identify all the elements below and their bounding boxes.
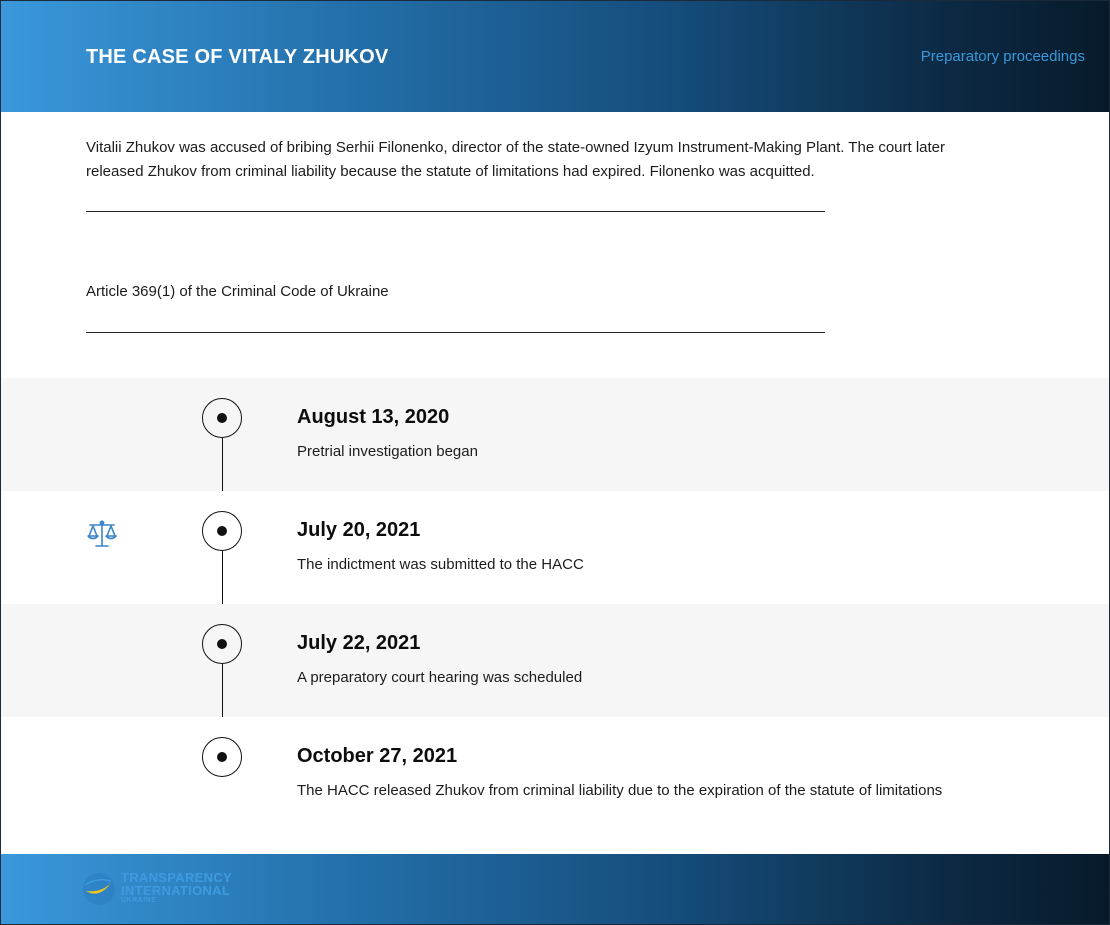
event-description: Pretrial investigation began (297, 443, 478, 460)
timeline-dot (217, 639, 227, 649)
timeline-event: July 22, 2021 A preparatory court hearin… (1, 604, 1109, 717)
divider (86, 211, 825, 212)
header-banner: THE CASE OF VITALY ZHUKOV Preparatory pr… (1, 1, 1109, 112)
logo-text-line3: UKRAINE (121, 897, 157, 904)
event-description: The HACC released Zhukov from criminal l… (297, 782, 943, 799)
stage-link[interactable]: Preparatory proceedings (921, 48, 1085, 65)
divider (86, 332, 825, 333)
timeline-connector (221, 664, 223, 717)
event-description: The indictment was submitted to the HACC (297, 556, 584, 573)
timeline-node (202, 511, 242, 551)
page-title: THE CASE OF VITALY ZHUKOV (86, 46, 389, 68)
event-description: A preparatory court hearing was schedule… (297, 669, 583, 686)
globe-logo-icon (83, 873, 115, 905)
event-date: July 22, 2021 (297, 632, 421, 654)
case-summary: Vitalii Zhukov was accused of bribing Se… (86, 139, 946, 180)
timeline-connector (221, 438, 223, 491)
timeline-dot (217, 752, 227, 762)
transparency-international-logo[interactable]: TRANSPARENCY INTERNATIONAL UKRAINE (81, 869, 241, 909)
timeline-node (202, 737, 242, 777)
timeline-dot (217, 526, 227, 536)
legal-article: Article 369(1) of the Criminal Code of U… (86, 283, 389, 300)
event-date: October 27, 2021 (297, 745, 458, 767)
timeline-node (202, 398, 242, 438)
event-date: August 13, 2020 (297, 406, 450, 428)
page-frame: THE CASE OF VITALY ZHUKOV Preparatory pr… (0, 0, 1110, 925)
timeline-event: August 13, 2020 Pretrial investigation b… (1, 378, 1109, 491)
timeline: August 13, 2020 Pretrial investigation b… (1, 378, 1109, 857)
timeline-dot (217, 413, 227, 423)
event-date: July 20, 2021 (297, 519, 421, 541)
timeline-connector (221, 551, 223, 604)
timeline-node (202, 624, 242, 664)
footer-banner: TRANSPARENCY INTERNATIONAL UKRAINE (1, 854, 1109, 924)
timeline-event: October 27, 2021 The HACC released Zhuko… (1, 717, 1109, 857)
timeline-event: July 20, 2021 The indictment was submitt… (1, 491, 1109, 604)
logo-text-line2: INTERNATIONAL (121, 883, 231, 898)
scales-icon (85, 517, 119, 551)
